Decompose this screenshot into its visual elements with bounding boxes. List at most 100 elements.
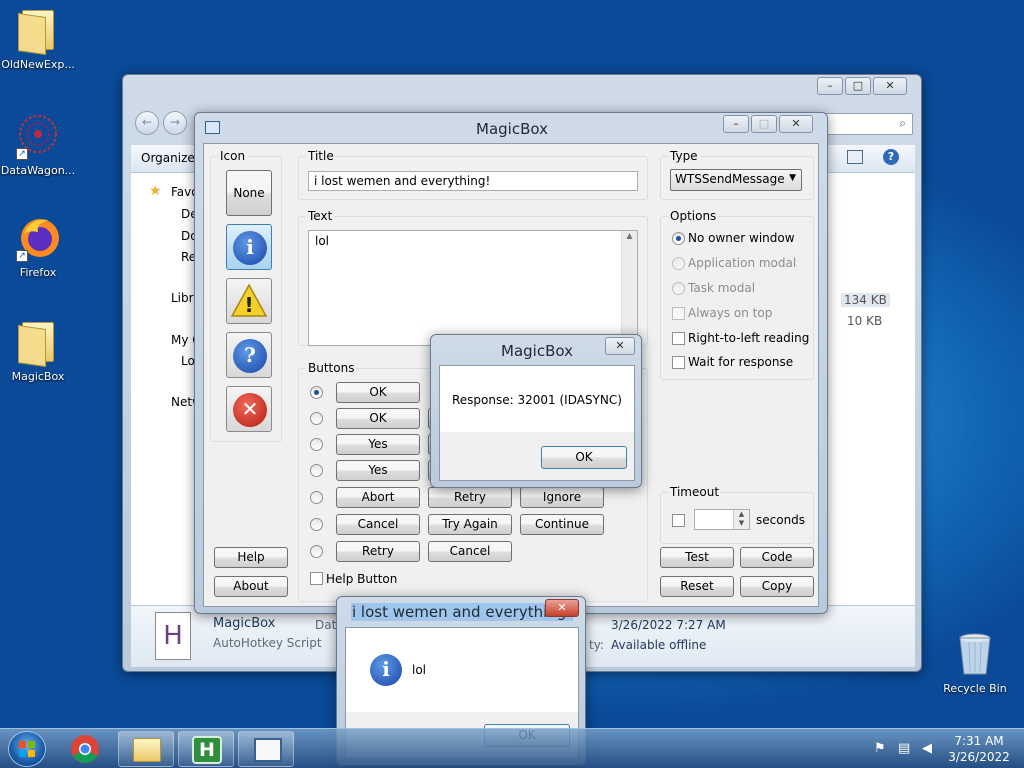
text-label: Text	[306, 209, 335, 223]
yes-button[interactable]: Yes	[336, 434, 420, 455]
desktop-icon-label: Recycle Bin	[943, 682, 1007, 695]
type-label: Type	[668, 149, 700, 163]
maximize-button[interactable]: □	[751, 115, 777, 133]
clock-date[interactable]: 3/26/2022	[940, 750, 1018, 764]
message-text: lol	[412, 663, 427, 677]
icon-warning-button[interactable]: !	[226, 278, 272, 324]
buttons-row-radio[interactable]	[310, 412, 323, 425]
explorer-caption-buttons: – □ ✕	[817, 77, 907, 95]
desktop-icon-firefox[interactable]: ↗ Firefox	[0, 214, 78, 279]
buttons-row-radio[interactable]	[310, 518, 323, 531]
wait-for-response-checkbox[interactable]	[672, 356, 685, 369]
no-owner-window-radio[interactable]	[672, 232, 685, 245]
ok-button[interactable]: OK	[541, 446, 627, 469]
cancel-button[interactable]: Cancel	[428, 541, 512, 562]
search-box[interactable]: ⌕	[823, 113, 913, 135]
buttons-row-radio[interactable]	[310, 386, 323, 399]
always-on-top-checkbox[interactable]	[672, 307, 685, 320]
text-area-scrollbar[interactable]: ▲	[621, 231, 637, 345]
application-modal-radio[interactable]	[672, 257, 685, 270]
text-area[interactable]: lol ▲	[308, 230, 638, 346]
help-button-checkbox[interactable]	[310, 572, 323, 585]
clock-time[interactable]: 7:31 AM	[940, 734, 1018, 748]
warning-icon: !	[230, 283, 268, 317]
reset-button[interactable]: Reset	[660, 576, 734, 597]
text-area-value: lol	[315, 234, 330, 248]
close-button[interactable]: ✕	[779, 115, 813, 133]
explorer-taskbar-button[interactable]	[118, 731, 174, 767]
autohotkey-taskbar-button[interactable]: H	[178, 731, 234, 767]
test-button[interactable]: Test	[660, 547, 734, 568]
help-button-checkbox-label: Help Button	[326, 572, 398, 586]
retry-button[interactable]: Retry	[428, 487, 512, 508]
forward-button[interactable]: →	[163, 111, 187, 135]
taskbar: H ⚑ ▤ ◀ 7:31 AM 3/26/2022	[0, 728, 1024, 768]
datawagon-icon: ↗	[16, 112, 60, 160]
continue-button[interactable]: Continue	[520, 514, 604, 535]
icon-none-button[interactable]: None	[226, 170, 272, 216]
view-icon[interactable]	[847, 150, 863, 164]
task-modal-radio[interactable]	[672, 282, 685, 295]
yes-button[interactable]: Yes	[336, 460, 420, 481]
timeout-input[interactable]: ▲ ▼	[694, 509, 750, 530]
details-file-name: MagicBox	[213, 616, 276, 631]
buttons-row-radio[interactable]	[310, 491, 323, 504]
info-icon: i	[233, 231, 267, 265]
details-date-value: 3/26/2022 7:27 AM	[611, 618, 726, 632]
icon-group-label: Icon	[218, 149, 248, 163]
type-select[interactable]: WTSSendMessage ▼	[670, 169, 802, 191]
maximize-button[interactable]: □	[845, 77, 871, 95]
close-button[interactable]: ✕	[605, 337, 635, 355]
desktop-icon-datawagon[interactable]: ↗ DataWagon...	[0, 112, 78, 177]
try-again-button[interactable]: Try Again	[428, 514, 512, 535]
window-app-icon	[254, 738, 282, 762]
back-button[interactable]: ←	[135, 111, 159, 135]
icon-question-button[interactable]: ?	[226, 332, 272, 378]
icon-error-button[interactable]: ✕	[226, 386, 272, 432]
minimize-button[interactable]: –	[817, 77, 843, 95]
message-dialog-title: i lost wemen and everything!	[351, 603, 574, 621]
desktop-icon-oldnewexplorer[interactable]: OldNewExp...	[0, 6, 78, 71]
cancel-button[interactable]: Cancel	[336, 514, 420, 535]
about-button[interactable]: About	[214, 576, 288, 597]
ok-button[interactable]: OK	[336, 408, 420, 429]
code-button[interactable]: Code	[740, 547, 814, 568]
desktop-icon-label: MagicBox	[11, 370, 65, 383]
close-button[interactable]: ✕	[545, 599, 579, 617]
folder-icon	[16, 318, 60, 366]
close-button[interactable]: ✕	[873, 77, 907, 95]
title-label: Title	[306, 149, 336, 163]
network-icon[interactable]: ▤	[898, 741, 910, 756]
copy-button[interactable]: Copy	[740, 576, 814, 597]
desktop-icon-magicbox[interactable]: MagicBox	[0, 318, 78, 383]
application-modal-label: Application modal	[688, 256, 797, 270]
buttons-row-radio[interactable]	[310, 438, 323, 451]
right-to-left-checkbox[interactable]	[672, 332, 685, 345]
help-button[interactable]: Help	[214, 547, 288, 568]
desktop-icon-recycle-bin[interactable]: Recycle Bin	[935, 630, 1015, 695]
details-avail-value: Available offline	[611, 638, 707, 652]
start-button[interactable]	[8, 731, 46, 767]
nav-item-local-disk[interactable]: Lo	[181, 354, 195, 368]
buttons-row-radio[interactable]	[310, 464, 323, 477]
organize-button[interactable]: Organize	[141, 151, 195, 165]
chrome-taskbar-button[interactable]	[60, 731, 110, 767]
icon-info-button[interactable]: i	[226, 224, 272, 270]
ok-button[interactable]: OK	[336, 382, 420, 403]
desktop-icon-label: OldNewExp...	[1, 58, 75, 71]
folder-icon	[16, 6, 60, 54]
details-file-type: AutoHotkey Script	[213, 636, 322, 650]
help-icon[interactable]: ?	[883, 149, 899, 165]
abort-button[interactable]: Abort	[336, 487, 420, 508]
flag-icon[interactable]: ⚑	[874, 741, 886, 756]
timeout-checkbox[interactable]	[672, 514, 685, 527]
retry-button[interactable]: Retry	[336, 541, 420, 562]
volume-icon[interactable]: ◀	[922, 741, 932, 756]
buttons-row-radio[interactable]	[310, 545, 323, 558]
magicbox-taskbar-button[interactable]	[238, 731, 294, 767]
ignore-button[interactable]: Ignore	[520, 487, 604, 508]
spin-buttons[interactable]: ▲ ▼	[733, 510, 749, 529]
response-dialog: MagicBox ✕ Response: 32001 (IDASYNC) OK	[430, 334, 642, 488]
minimize-button[interactable]: –	[723, 115, 749, 133]
title-input[interactable]: i lost wemen and everything!	[308, 171, 638, 191]
